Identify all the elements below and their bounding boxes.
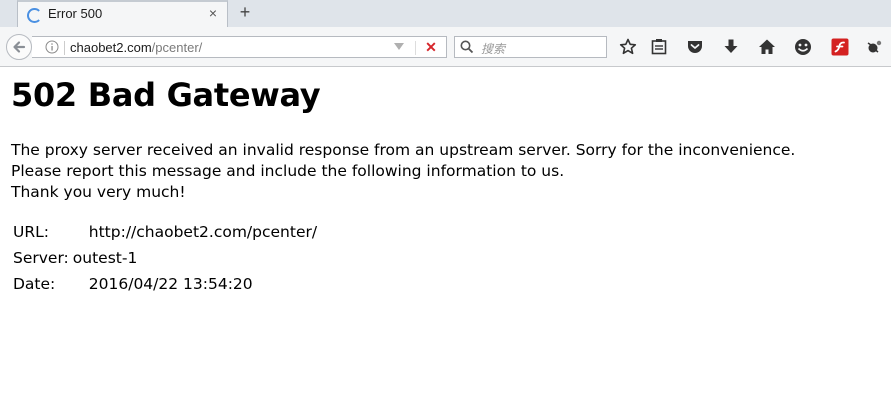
back-arrow-icon <box>13 41 26 53</box>
back-button[interactable] <box>6 34 32 60</box>
table-row: Server: outest-1 <box>13 246 317 270</box>
downloads-icon[interactable] <box>722 38 740 56</box>
search-placeholder: 搜索 <box>481 42 506 56</box>
message-line-2: Please report this message and include t… <box>11 162 565 180</box>
star-icon[interactable] <box>619 38 637 56</box>
detail-label: Date: <box>13 275 56 293</box>
detail-value: http://chaobet2.com/pcenter/ <box>88 223 318 241</box>
url-separator-2 <box>415 41 416 55</box>
page-content: 502 Bad Gateway The proxy server receive… <box>0 68 891 401</box>
url-text[interactable]: chaobet2.com/pcenter/ <box>70 40 202 55</box>
tab-title: Error 500 <box>48 6 103 21</box>
extension-icon[interactable] <box>865 38 883 56</box>
message-line-1: The proxy server received an invalid res… <box>11 141 796 159</box>
pocket-icon[interactable] <box>686 38 704 56</box>
info-icon[interactable] <box>45 40 59 54</box>
table-row: Date: 2016/04/22 13:54:20 <box>13 272 317 296</box>
detail-label: URL: <box>13 223 49 241</box>
search-icon <box>460 40 474 54</box>
tab-error-500[interactable]: Error 500 × <box>17 0 228 27</box>
tab-close-button[interactable]: × <box>206 5 220 21</box>
url-host: chaobet2.com <box>70 40 152 55</box>
new-tab-button[interactable]: + <box>235 2 255 22</box>
nav-bar: chaobet2.com/pcenter/ ✕ 搜索 <box>0 27 891 67</box>
detail-value: outest-1 <box>72 249 138 267</box>
message-line-3: Thank you very much! <box>11 183 186 201</box>
url-path: /pcenter/ <box>151 40 203 55</box>
tab-strip: Error 500 × + <box>0 0 891 27</box>
flash-icon[interactable] <box>831 38 849 56</box>
history-dropdown-icon[interactable] <box>394 43 404 50</box>
error-message: The proxy server received an invalid res… <box>11 140 795 203</box>
stop-button[interactable]: ✕ <box>423 38 439 56</box>
reading-list-icon[interactable] <box>650 38 668 56</box>
detail-value: 2016/04/22 13:54:20 <box>88 275 253 293</box>
details-table: URL: http://chaobet2.com/pcenter/ Server… <box>11 218 319 298</box>
url-separator <box>64 41 65 55</box>
search-bar[interactable]: 搜索 <box>454 36 607 58</box>
detail-label: Server: <box>13 249 69 267</box>
url-bar[interactable]: chaobet2.com/pcenter/ ✕ <box>32 36 447 58</box>
smiley-icon[interactable] <box>794 38 812 56</box>
home-icon[interactable] <box>758 38 776 56</box>
table-row: URL: http://chaobet2.com/pcenter/ <box>13 220 317 244</box>
loading-spinner-icon <box>27 8 42 23</box>
error-heading: 502 Bad Gateway <box>11 76 321 114</box>
